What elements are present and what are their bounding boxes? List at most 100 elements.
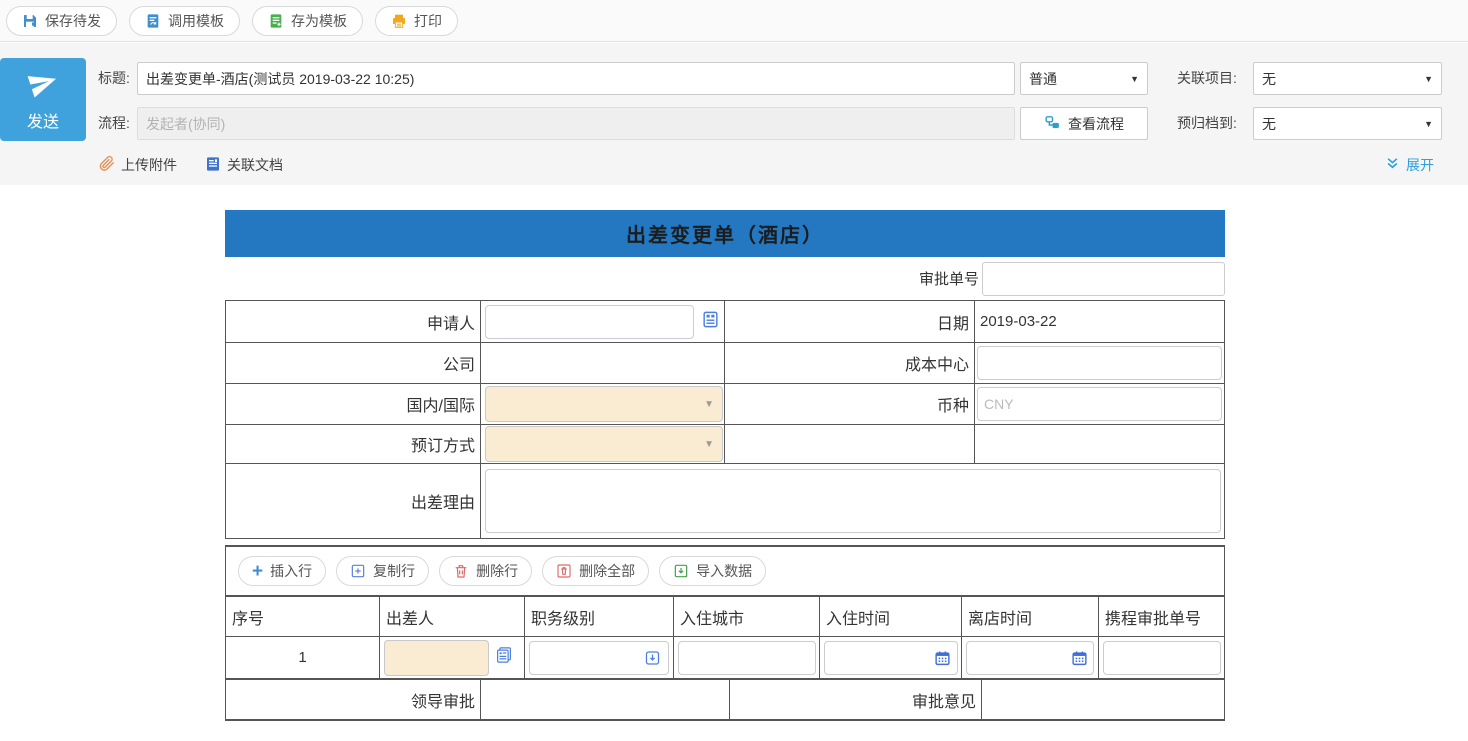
prearchive-select[interactable]: 无 ▼ [1253, 107, 1442, 140]
related-project-label: 关联项目: [1177, 62, 1237, 95]
send-button[interactable]: 发送 [0, 58, 86, 141]
company-label: 公司 [226, 343, 481, 383]
date-value: 2019-03-22 [975, 313, 1057, 330]
copy-row-button[interactable]: 复制行 [336, 556, 429, 586]
send-label: 发送 [27, 108, 59, 132]
copy-row-icon [350, 563, 366, 579]
empty-cell [725, 425, 975, 463]
upload-attachment-link[interactable]: 上传附件 [98, 155, 177, 175]
calendar-icon[interactable] [1071, 649, 1088, 666]
priority-select[interactable]: 普通 ▼ [1020, 62, 1148, 95]
currency-input[interactable] [977, 387, 1222, 421]
col-job-level: 职务级别 [525, 597, 674, 636]
company-cell [481, 343, 725, 383]
city-input[interactable] [678, 641, 816, 675]
save-icon [22, 13, 38, 29]
paper-plane-icon [28, 68, 58, 103]
view-flow-button[interactable]: 查看流程 [1020, 107, 1148, 140]
delete-row-button[interactable]: 删除行 [439, 556, 532, 586]
form-title: 出差变更单（酒店） [626, 219, 824, 248]
level-picker-icon[interactable] [644, 649, 661, 666]
chevron-down-icon: ▼ [1130, 74, 1139, 84]
print-button[interactable]: 打印 [375, 6, 458, 36]
related-document-label: 关联文档 [227, 155, 283, 175]
checkout-cell [962, 637, 1099, 678]
call-template-label: 调用模板 [168, 11, 224, 31]
applicant-input[interactable] [485, 305, 694, 339]
plus-icon: + [252, 562, 263, 581]
date-cell: 2019-03-22 [975, 301, 1224, 342]
chevron-down-icon: ▼ [1424, 74, 1433, 84]
cost-center-input[interactable] [977, 346, 1222, 380]
booking-label: 预订方式 [226, 425, 481, 463]
domestic-cell: ▼ [481, 384, 725, 424]
items-data-row: 1 [226, 636, 1224, 678]
job-level-cell [525, 637, 674, 678]
approval-no-input[interactable] [982, 262, 1225, 296]
priority-value: 普通 [1029, 69, 1057, 89]
page: 保存待发 调用模板 存为模板 打印 发送 [0, 0, 1468, 741]
ctrip-no-input[interactable] [1103, 641, 1221, 675]
import-data-icon [673, 563, 689, 579]
save-as-template-label: 存为模板 [291, 11, 347, 31]
col-city: 入住城市 [674, 597, 820, 636]
expand-label: 展开 [1406, 155, 1434, 175]
col-ctrip-no: 携程审批单号 [1099, 597, 1224, 636]
ctrip-no-cell [1099, 637, 1224, 678]
copy-row-label: 复制行 [373, 561, 415, 581]
col-checkin: 入住时间 [820, 597, 962, 636]
delete-all-button[interactable]: 删除全部 [542, 556, 649, 586]
save-pending-label: 保存待发 [45, 11, 101, 31]
reason-label: 出差理由 [226, 464, 481, 538]
import-data-button[interactable]: 导入数据 [659, 556, 766, 586]
approval-opinion-cell [982, 680, 1224, 719]
prearchive-label: 预归档到: [1177, 107, 1237, 140]
items-table: 序号 出差人 职务级别 入住城市 入住时间 离店时间 携程审批单号 1 [225, 595, 1225, 721]
related-project-select[interactable]: 无 ▼ [1253, 62, 1442, 95]
template-call-icon [145, 13, 161, 29]
insert-row-label: 插入行 [270, 561, 312, 581]
flow-chart-icon [1044, 114, 1061, 134]
delete-all-icon [556, 563, 572, 579]
field-table: 申请人 日期 2019-03-22 公司 成本中心 [225, 300, 1225, 539]
call-template-button[interactable]: 调用模板 [129, 6, 240, 36]
currency-label: 币种 [725, 384, 975, 424]
import-data-label: 导入数据 [696, 561, 752, 581]
domestic-select[interactable]: ▼ [485, 386, 723, 422]
chevron-down-icon: ▼ [1424, 119, 1433, 129]
checkin-cell [820, 637, 962, 678]
flow-input[interactable] [137, 107, 1015, 140]
row-actions-bar: + 插入行 复制行 删除行 删除全部 [225, 545, 1225, 595]
prearchive-value: 无 [1262, 114, 1276, 134]
calendar-icon[interactable] [934, 649, 951, 666]
approval-no-row: 审批单号 [225, 257, 1225, 300]
seq-value: 1 [226, 649, 379, 666]
col-checkout: 离店时间 [962, 597, 1099, 636]
traveler-input[interactable] [384, 640, 489, 676]
insert-row-button[interactable]: + 插入行 [238, 556, 326, 586]
upload-attachment-label: 上传附件 [121, 155, 177, 175]
approval-opinion-label: 审批意见 [730, 680, 982, 719]
approval-no-label: 审批单号 [919, 268, 979, 289]
form-header-panel: 发送 标题: 普通 ▼ 关联项目: 无 ▼ 流程: 查看流程 预归档到: 无 ▼ [0, 43, 1468, 185]
booking-select[interactable]: ▼ [485, 426, 723, 462]
contact-picker-icon[interactable] [701, 310, 720, 334]
reason-textarea[interactable] [485, 469, 1221, 533]
delete-row-label: 删除行 [476, 561, 518, 581]
expand-link[interactable]: 展开 [1385, 155, 1434, 175]
contact-cards-icon[interactable] [495, 646, 513, 669]
related-project-value: 无 [1262, 69, 1276, 89]
applicant-label: 申请人 [226, 301, 481, 342]
booking-cell: ▼ [481, 425, 725, 463]
double-chevron-down-icon [1385, 156, 1400, 174]
title-input[interactable] [137, 62, 1015, 95]
save-pending-button[interactable]: 保存待发 [6, 6, 117, 36]
flow-label: 流程: [98, 107, 130, 140]
paperclip-icon [98, 155, 115, 175]
form-title-banner: 出差变更单（酒店） [225, 210, 1225, 257]
date-label: 日期 [725, 301, 975, 342]
save-as-template-button[interactable]: 存为模板 [252, 6, 363, 36]
related-document-link[interactable]: 关联文档 [205, 155, 283, 175]
col-traveler: 出差人 [380, 597, 525, 636]
template-save-icon [268, 13, 284, 29]
